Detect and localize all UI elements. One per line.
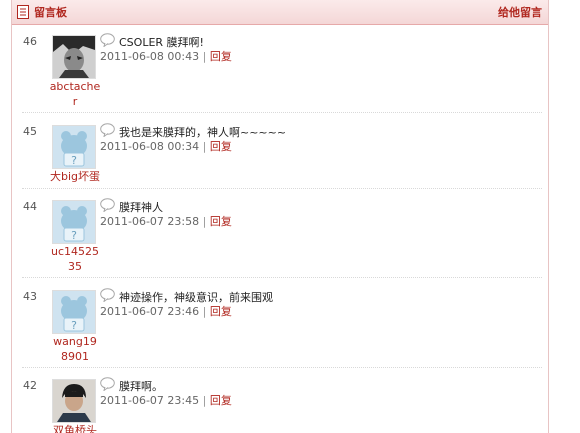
- username-line: wang19: [53, 335, 97, 348]
- separator: |: [202, 305, 207, 318]
- user-avatar[interactable]: ?: [52, 125, 96, 169]
- message-meta: 2011-06-07 23:46 | 回复: [100, 303, 232, 319]
- message-meta: 2011-06-08 00:34 | 回复: [100, 138, 232, 154]
- photo-avatar-icon: [53, 36, 95, 78]
- message-time: 2011-06-08 00:43: [100, 50, 200, 63]
- default-bear-avatar-icon: ?: [53, 201, 95, 243]
- user-avatar[interactable]: [52, 379, 96, 423]
- reply-link[interactable]: 回复: [210, 305, 232, 318]
- message-time: 2011-06-07 23:46: [100, 305, 200, 318]
- message-time: 2011-06-07 23:45: [100, 394, 200, 407]
- guestbook-icon: [17, 5, 29, 19]
- separator: |: [202, 394, 207, 407]
- separator: |: [202, 50, 207, 63]
- username-line: abctache: [49, 80, 101, 93]
- username-line: uc14525: [50, 245, 99, 258]
- photo-avatar-icon: [53, 380, 95, 422]
- message-meta: 2011-06-07 23:58 | 回复: [100, 213, 232, 229]
- speech-bubble-icon: [100, 123, 115, 137]
- divider: [22, 112, 542, 113]
- speech-bubble-icon: [100, 377, 115, 391]
- user-avatar[interactable]: ?: [52, 290, 96, 334]
- message-time: 2011-06-08 00:34: [100, 140, 200, 153]
- svg-text:?: ?: [71, 319, 77, 332]
- message-number: 46: [23, 35, 37, 48]
- separator: |: [202, 215, 207, 228]
- username-link[interactable]: wang19 8901: [48, 334, 102, 364]
- default-bear-avatar-icon: ?: [53, 126, 95, 168]
- speech-bubble-icon: [100, 198, 115, 212]
- username-link[interactable]: uc14525 35: [48, 244, 102, 274]
- reply-link[interactable]: 回复: [210, 215, 232, 228]
- username-link[interactable]: 双鱼桥头: [48, 423, 102, 433]
- message-time: 2011-06-07 23:58: [100, 215, 200, 228]
- username-line: 8901: [61, 350, 89, 363]
- leave-message-link[interactable]: 给他留言: [498, 4, 542, 20]
- user-avatar[interactable]: [52, 35, 96, 79]
- guestbook-header: 留言板 给他留言: [12, 0, 548, 25]
- speech-bubble-icon: [100, 288, 115, 302]
- divider: [22, 277, 542, 278]
- message-number: 43: [23, 290, 37, 303]
- user-avatar[interactable]: ?: [52, 200, 96, 244]
- username-line: r: [72, 95, 78, 108]
- username-line: 大big坏蛋: [49, 170, 101, 183]
- separator: |: [202, 140, 207, 153]
- username-line: 35: [68, 260, 82, 273]
- divider: [22, 188, 542, 189]
- message-number: 45: [23, 125, 37, 138]
- reply-link[interactable]: 回复: [210, 50, 232, 63]
- divider: [22, 367, 542, 368]
- message-number: 42: [23, 379, 37, 392]
- username-link[interactable]: abctache r: [48, 79, 102, 109]
- username-line: 双鱼桥头: [53, 424, 97, 433]
- svg-text:?: ?: [71, 229, 77, 242]
- username-link[interactable]: 大big坏蛋: [48, 169, 102, 184]
- svg-text:?: ?: [71, 154, 77, 167]
- message-number: 44: [23, 200, 37, 213]
- default-bear-avatar-icon: ?: [53, 291, 95, 333]
- speech-bubble-icon: [100, 33, 115, 47]
- message-meta: 2011-06-08 00:43 | 回复: [100, 48, 232, 64]
- message-meta: 2011-06-07 23:45 | 回复: [100, 392, 232, 408]
- guestbook-panel: 留言板 给他留言 46 abctache r CSOLER 膜拜啊! 2011-…: [11, 0, 549, 433]
- reply-link[interactable]: 回复: [210, 394, 232, 407]
- guestbook-title: 留言板: [34, 6, 67, 19]
- reply-link[interactable]: 回复: [210, 140, 232, 153]
